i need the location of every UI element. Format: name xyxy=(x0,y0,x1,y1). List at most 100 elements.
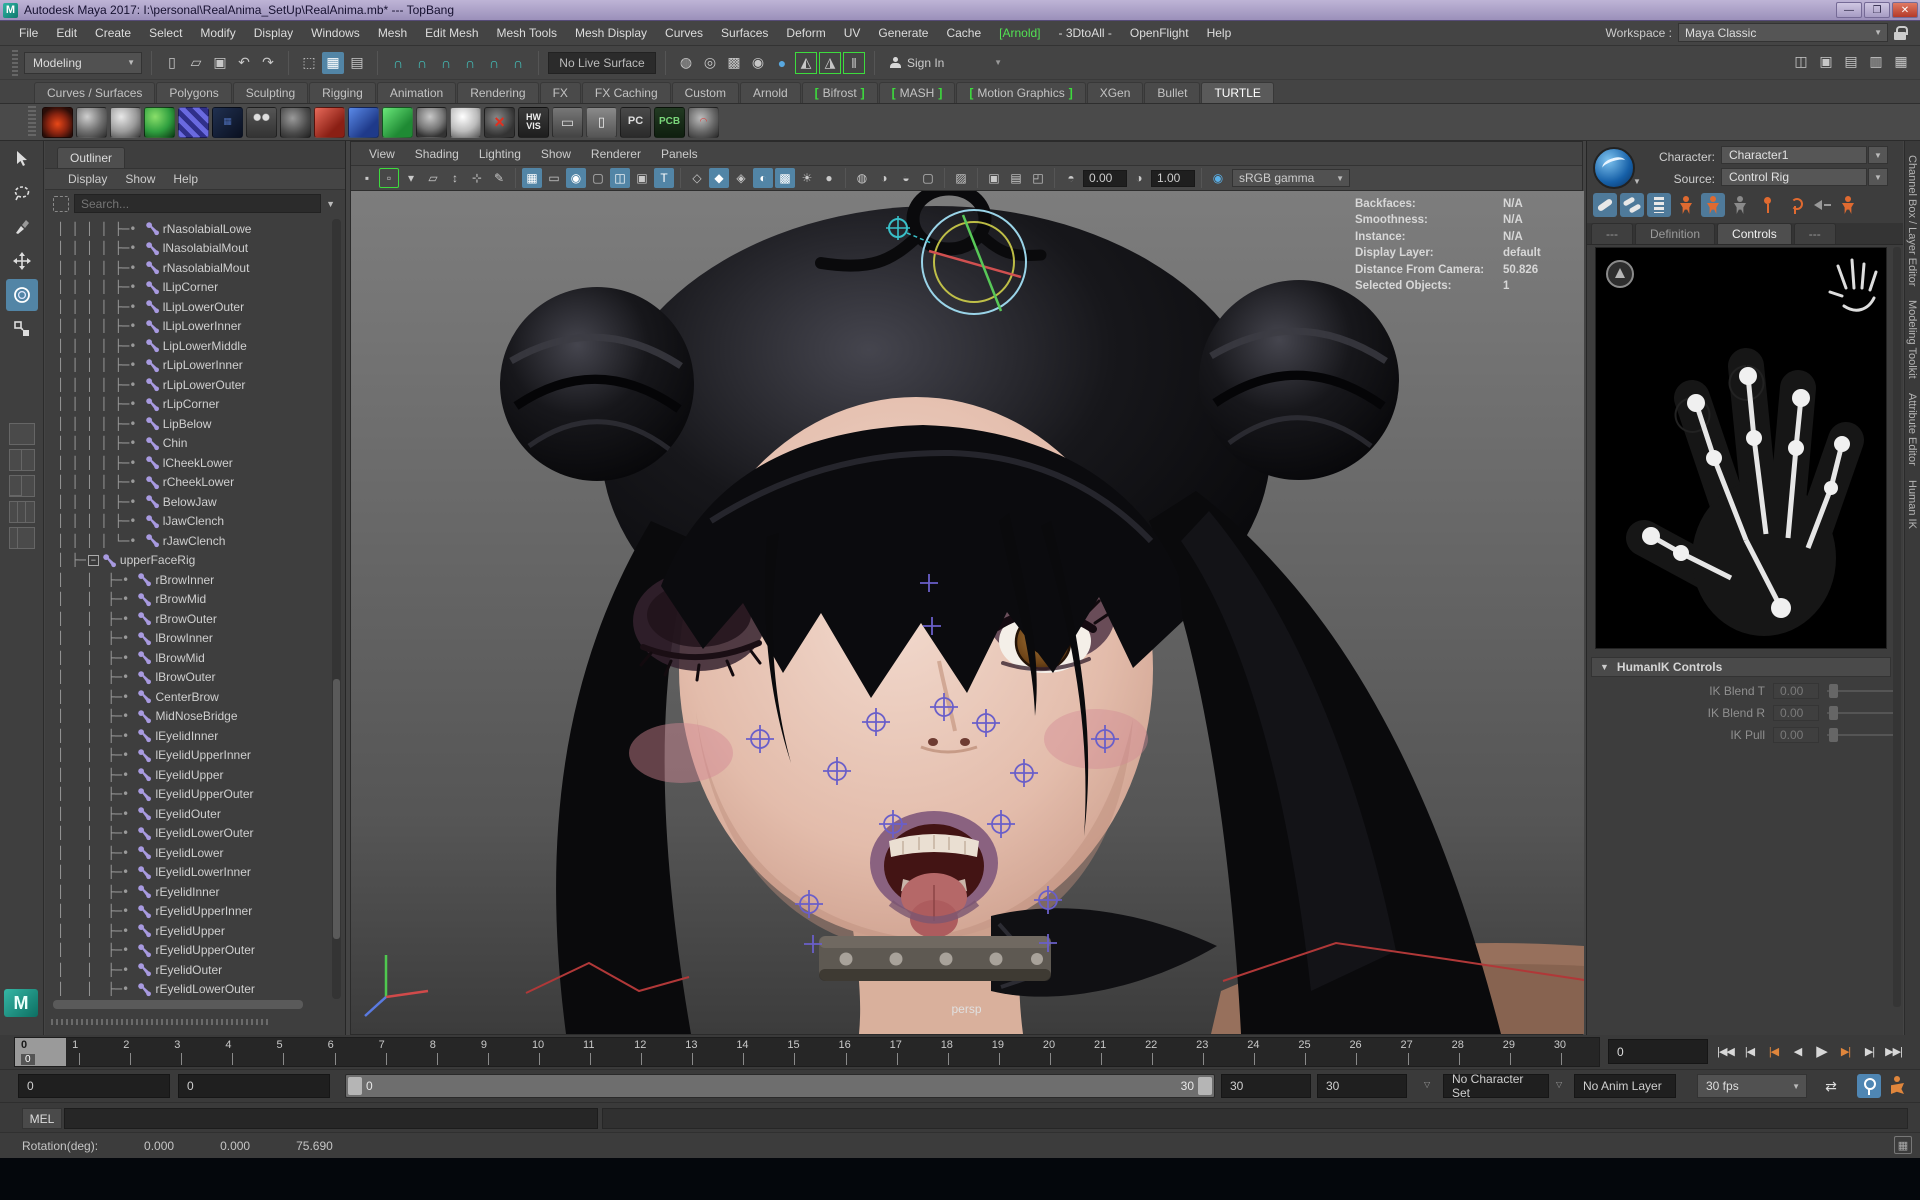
isolate-select-icon[interactable]: ▣ xyxy=(984,168,1004,188)
mute-icon[interactable] xyxy=(1809,193,1833,217)
render-view-icon[interactable]: ◉ xyxy=(747,52,769,74)
range-slider[interactable]: 0 30 xyxy=(345,1074,1215,1098)
toggle-attr-editor-icon[interactable]: ◫ xyxy=(1790,50,1812,72)
outliner-row[interactable]: │ │ ├─• −MidNoseBridge xyxy=(57,707,333,727)
maximize-button[interactable]: ❐ xyxy=(1864,2,1890,18)
shelf-icon-sphere-gray[interactable] xyxy=(76,106,107,138)
multisample-icon[interactable]: ◍ xyxy=(852,168,872,188)
greasepencil-icon[interactable]: ✎ xyxy=(489,168,509,188)
shelf-tab[interactable]: XGen xyxy=(1086,82,1144,103)
ik-slider[interactable] xyxy=(1827,705,1893,721)
previous-key-button[interactable]: |◀ xyxy=(1762,1038,1785,1064)
menu-item[interactable]: Generate xyxy=(869,26,937,40)
pin-translate-icon[interactable] xyxy=(1755,193,1779,217)
render-settings-icon[interactable]: ▩ xyxy=(723,52,745,74)
outliner-row[interactable]: │ │ │ │ ├─• −rLipCorner xyxy=(57,395,333,415)
outliner-row[interactable]: │ │ │ │ ├─• −rLipLowerInner xyxy=(57,356,333,376)
outliner-row[interactable]: │ │ ├─• −lBrowMid xyxy=(57,648,333,668)
shelf-tab[interactable]: FX xyxy=(539,82,581,103)
shelf-icon-sphere-shadow[interactable] xyxy=(280,106,311,138)
outliner-row[interactable]: │ │ ├─• −rEyelidOuter xyxy=(57,960,333,980)
view-transform-dropdown[interactable]: sRGB gamma xyxy=(1232,169,1350,187)
sidebar-vertical-tab[interactable]: Modeling Toolkit xyxy=(1906,300,1918,379)
frame-cell[interactable]: 26 xyxy=(1343,1038,1394,1066)
shelf-icon-mash-people[interactable] xyxy=(246,106,277,138)
sign-in-dropdown[interactable]: Sign In xyxy=(884,52,1004,74)
rotate-tool[interactable] xyxy=(5,279,38,311)
gamma-correct-icon[interactable]: ◑ xyxy=(1129,168,1149,188)
use-all-lights-icon[interactable]: ◐ xyxy=(753,168,773,188)
frame-cell[interactable]: 30 xyxy=(1548,1038,1599,1066)
menu-item[interactable]: Mesh xyxy=(369,26,416,40)
outliner-row[interactable]: │ │ ├─• −rBrowOuter xyxy=(57,609,333,629)
shelf-icon-sphere-checker[interactable] xyxy=(178,106,209,138)
backface-icon[interactable]: ▢ xyxy=(918,168,938,188)
outliner-row[interactable]: │ │ ├─• −lEyelidUpperInner xyxy=(57,746,333,766)
body-part-mode-icon[interactable] xyxy=(1593,193,1617,217)
shelf-icon-page[interactable]: ▯ xyxy=(586,106,617,138)
gamma-icon[interactable]: ◒ xyxy=(896,168,916,188)
shelf-icon-cube-red[interactable] xyxy=(314,106,345,138)
title-bar[interactable]: M Autodesk Maya 2017: I:\personal\RealAn… xyxy=(0,0,1920,21)
field-chart-icon[interactable]: ▢ xyxy=(588,168,608,188)
frame-cell[interactable]: 23 xyxy=(1190,1038,1241,1066)
layout-four-pane-button[interactable] xyxy=(8,449,35,471)
shelf-tab[interactable]: Custom xyxy=(671,82,739,103)
menu-item[interactable]: Mesh Display xyxy=(566,26,656,40)
fps-dropdown[interactable]: 30 fps xyxy=(1697,1074,1807,1098)
select-tool[interactable] xyxy=(6,143,38,175)
safe-title-icon[interactable]: ▣ xyxy=(632,168,652,188)
animation-start-field[interactable]: 0 xyxy=(18,1074,170,1098)
humanik-tab[interactable]: --- xyxy=(1591,223,1633,244)
menu-set-dropdown[interactable]: Modeling xyxy=(24,51,142,74)
new-scene-icon[interactable]: ▯ xyxy=(161,52,183,74)
shelf-icon-pc[interactable]: PC xyxy=(620,106,651,138)
frame-cell[interactable]: 28 xyxy=(1446,1038,1497,1066)
outliner-row[interactable]: │ │ │ │ └─• −rJawClench xyxy=(57,531,333,551)
outliner-row[interactable]: │ ├─ − upperFaceRig xyxy=(57,551,333,571)
play-forwards-button[interactable]: ▶ xyxy=(1810,1038,1833,1064)
menu-item[interactable]: Mesh Tools xyxy=(488,26,566,40)
outliner-row[interactable]: │ │ │ │ ├─• −LipLowerMiddle xyxy=(57,336,333,356)
outliner-menu-item[interactable]: Show xyxy=(116,172,164,186)
shelf-tab[interactable]: Bifrost xyxy=(801,82,878,103)
outliner-row[interactable]: │ │ ├─• −rEyelidLowerOuter xyxy=(57,980,333,1000)
body-icon[interactable] xyxy=(1836,193,1860,217)
select-component-icon[interactable]: ▤ xyxy=(346,52,368,74)
redo-icon[interactable]: ↷ xyxy=(257,52,279,74)
charpanel-scrollbar[interactable] xyxy=(1893,247,1901,1007)
snap-point-icon[interactable]: ∩ xyxy=(435,52,457,74)
timeline-ruler[interactable]: 0 0 1 2 3 4 5 6 7 8 9 10 11 12 13 14 15 … xyxy=(14,1037,1600,1067)
move-tool[interactable] xyxy=(6,245,38,277)
skeleton-mode-icon[interactable] xyxy=(1647,193,1671,217)
frame-cell[interactable]: 14 xyxy=(730,1038,781,1066)
range-start-handle[interactable] xyxy=(348,1077,362,1095)
outliner-row[interactable]: │ │ ├─• −rBrowMid xyxy=(57,590,333,610)
resolution-gate-icon[interactable]: ▭ xyxy=(544,168,564,188)
frame-cell[interactable]: 27 xyxy=(1395,1038,1446,1066)
shelf-icon-sphere-white[interactable] xyxy=(450,106,481,138)
playback-end-field[interactable]: 30 xyxy=(1221,1074,1311,1098)
frame-cell[interactable]: 24 xyxy=(1241,1038,1292,1066)
layout-three-pane-button[interactable] xyxy=(8,501,35,523)
frame-cell[interactable]: 18 xyxy=(935,1038,986,1066)
frame-cell[interactable]: 29 xyxy=(1497,1038,1548,1066)
current-frame-cell[interactable]: 0 0 xyxy=(15,1038,67,1066)
exposure-icon[interactable]: ◓ xyxy=(1061,168,1081,188)
character-set-dropdown[interactable]: No Character Set xyxy=(1443,1072,1549,1100)
snap-view-icon[interactable]: ∩ xyxy=(483,52,505,74)
layout-outliner-persp-button[interactable] xyxy=(8,527,35,549)
outliner-row[interactable]: │ │ ├─• −rEyelidUpperOuter xyxy=(57,941,333,961)
menu-item[interactable]: Deform xyxy=(777,26,834,40)
xray-icon[interactable]: ▤ xyxy=(1006,168,1026,188)
pause-viewport-icon[interactable]: ‖ xyxy=(843,51,865,74)
close-button[interactable]: ✕ xyxy=(1892,2,1918,18)
outliner-row[interactable]: │ │ │ │ ├─• −lCheekLower xyxy=(57,453,333,473)
menu-item[interactable]: UV xyxy=(835,26,870,40)
outliner-row[interactable]: │ │ │ │ ├─• −BelowJaw xyxy=(57,492,333,512)
select-object-icon[interactable]: ▦ xyxy=(322,51,344,74)
shelf-icon-slate[interactable]: ▭ xyxy=(552,106,583,138)
ik-slider[interactable] xyxy=(1827,683,1893,699)
image-plane-icon[interactable]: ▱ xyxy=(423,168,443,188)
menu-item[interactable]: Edit Mesh xyxy=(416,26,487,40)
